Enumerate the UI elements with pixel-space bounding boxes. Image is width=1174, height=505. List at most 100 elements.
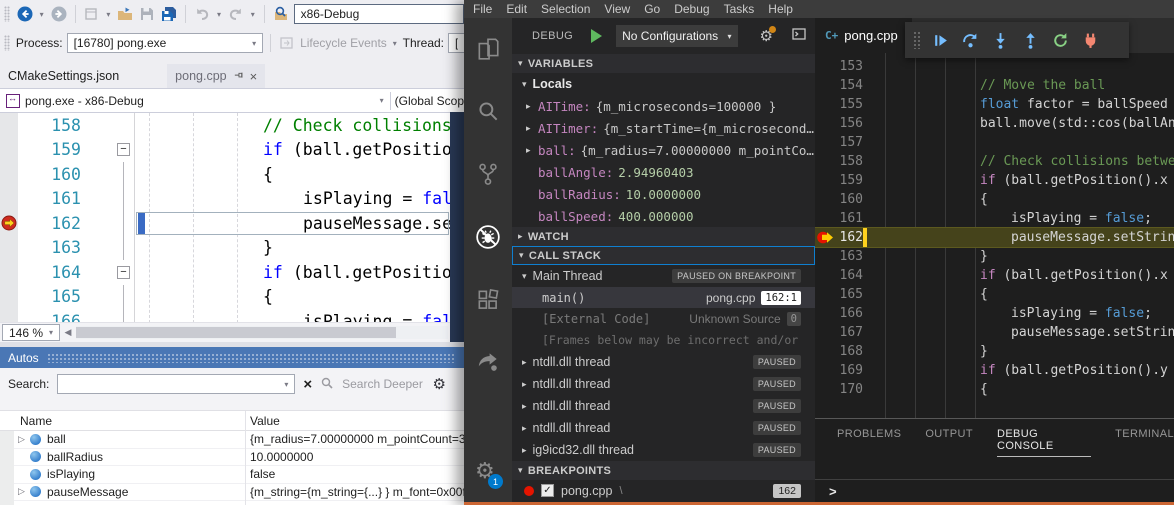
search-input[interactable]: ▾: [57, 374, 295, 394]
panel-tab-output[interactable]: OUTPUT: [925, 428, 973, 457]
column-name[interactable]: Name: [0, 414, 245, 428]
step-over-button[interactable]: [955, 25, 985, 55]
menu-selection[interactable]: Selection: [534, 2, 597, 16]
undo-button[interactable]: [193, 5, 211, 23]
tab-cmakesettings[interactable]: CMakeSettings.json: [0, 64, 127, 88]
fold-collapse-icon[interactable]: −: [117, 143, 130, 156]
step-out-button[interactable]: [1015, 25, 1045, 55]
thread-row[interactable]: ▸ntdll.dll threadPAUSED: [512, 395, 815, 417]
expander-icon[interactable]: ▷: [18, 486, 30, 497]
autos-title-bar[interactable]: Autos: [0, 347, 464, 368]
disconnect-button[interactable]: [1075, 25, 1105, 55]
navigate-back-button[interactable]: [16, 5, 34, 23]
start-debug-button[interactable]: [591, 29, 602, 43]
debug-toolbar-grip[interactable]: [913, 31, 921, 49]
process-combo[interactable]: [16780] pong.exe▾: [67, 33, 264, 53]
find-in-files-icon[interactable]: [272, 5, 290, 23]
autos-row-ball[interactable]: ▷ball{m_radius=7.00000000 m_pointCount=3…: [0, 431, 464, 449]
thread-combo[interactable]: [13: [448, 33, 464, 53]
section-call-stack[interactable]: ▾CALL STACK: [512, 246, 815, 265]
expander-icon[interactable]: ▸: [526, 123, 538, 134]
close-icon[interactable]: ×: [250, 70, 258, 83]
scrollbar-thumb[interactable]: [76, 327, 396, 338]
menu-view[interactable]: View: [597, 2, 637, 16]
debug-console-input[interactable]: >: [815, 479, 1174, 503]
autos-settings-gear-icon[interactable]: ⚙: [433, 375, 446, 393]
section-watch[interactable]: ▸WATCH: [512, 227, 815, 246]
navigate-back-dropdown[interactable]: ▾: [38, 10, 46, 19]
variable-ballRadius[interactable]: ballRadius:10.0000000: [512, 183, 815, 205]
search-icon[interactable]: [475, 98, 501, 124]
navigate-forward-button[interactable]: [50, 5, 68, 23]
save-button[interactable]: [138, 5, 156, 23]
pin-icon[interactable]: [233, 71, 244, 82]
stack-frame[interactable]: main()pong.cpp162:1: [512, 287, 815, 308]
tab-pong-cpp[interactable]: C+ pong.cpp: [815, 18, 912, 53]
expander-icon[interactable]: ▸: [522, 379, 527, 390]
panel-tab-terminal[interactable]: TERMINAL: [1115, 428, 1174, 457]
breakpoint-checkbox[interactable]: ✓: [541, 484, 554, 497]
variable-AITimer[interactable]: ▸AITimer:{m_startTime={m_microsecond…: [512, 117, 815, 139]
lifecycle-events-button[interactable]: Lifecycle Events: [300, 36, 387, 50]
debug-icon[interactable]: [475, 224, 501, 250]
variable-ball[interactable]: ▸ball:{m_radius=7.00000000 m_pointCo…: [512, 139, 815, 161]
menu-file[interactable]: File: [466, 2, 499, 16]
section-breakpoints[interactable]: ▾BREAKPOINTS: [512, 461, 815, 480]
debug-config-combo[interactable]: No Configurations▾: [616, 25, 737, 47]
scroll-left-button[interactable]: ◀: [60, 327, 76, 338]
variable-ballSpeed[interactable]: ballSpeed:400.000000: [512, 205, 815, 227]
menu-edit[interactable]: Edit: [499, 2, 534, 16]
editor-zoom-combo[interactable]: 146 %▾: [2, 324, 60, 341]
current-statement-breakpoint-icon[interactable]: [0, 211, 18, 236]
menu-debug[interactable]: Debug: [667, 2, 716, 16]
extensions-icon[interactable]: [475, 287, 501, 313]
search-deeper-button[interactable]: Search Deeper: [342, 377, 423, 391]
source-control-icon[interactable]: [475, 161, 501, 187]
project-combo-dropdown[interactable]: ▾: [378, 96, 386, 105]
panel-tab-problems[interactable]: PROBLEMS: [837, 428, 901, 457]
solution-config-combo[interactable]: x86-Debug: [294, 4, 464, 24]
panel-tab-debug-console[interactable]: DEBUG CONSOLE: [997, 428, 1091, 457]
step-into-button[interactable]: [985, 25, 1015, 55]
section-variables[interactable]: ▾VARIABLES: [512, 54, 815, 73]
expander-icon[interactable]: ▸: [522, 423, 527, 434]
lifecycle-events-dropdown[interactable]: ▾: [391, 39, 399, 48]
open-debug-console-icon[interactable]: [791, 26, 807, 47]
autos-row-ballRadius[interactable]: ▷ballRadius10.0000000: [0, 449, 464, 467]
thread-row[interactable]: ▸ntdll.dll threadPAUSED: [512, 417, 815, 439]
open-file-button[interactable]: [116, 5, 134, 23]
expander-icon[interactable]: ▸: [522, 357, 527, 368]
scope-combo[interactable]: (Global Scop: [395, 94, 464, 108]
horizontal-scrollbar[interactable]: [76, 326, 448, 339]
menu-help[interactable]: Help: [761, 2, 800, 16]
toolbar-grip[interactable]: [4, 35, 10, 51]
expander-icon[interactable]: ▸: [526, 145, 538, 156]
save-all-button[interactable]: [160, 5, 178, 23]
configure-gear-icon[interactable]: ⚙: [760, 27, 773, 45]
new-project-dropdown[interactable]: ▾: [104, 10, 112, 19]
expander-icon[interactable]: ▸: [522, 445, 527, 456]
fold-collapse-icon[interactable]: −: [117, 266, 130, 279]
column-value[interactable]: Value: [245, 414, 280, 428]
thread-row[interactable]: ▸ntdll.dll threadPAUSED: [512, 373, 815, 395]
vscode-code-editor[interactable]: 153154// Move the ball155float factor = …: [815, 53, 1174, 418]
menu-go[interactable]: Go: [637, 2, 667, 16]
variable-ballAngle[interactable]: ballAngle:2.94960403: [512, 161, 815, 183]
current-statement-breakpoint-icon[interactable]: [815, 228, 833, 247]
explorer-icon[interactable]: [475, 36, 501, 62]
redo-button[interactable]: [227, 5, 245, 23]
autos-row-pauseMessage[interactable]: ▷pauseMessage{m_string={m_string={...} }…: [0, 484, 464, 502]
project-combo[interactable]: pong.exe - x86-Debug: [25, 94, 144, 108]
toolbar-grip[interactable]: [4, 6, 10, 22]
new-project-icon[interactable]: [82, 5, 100, 23]
callstack-main-thread[interactable]: ▾Main Thread PAUSED ON BREAKPOINT: [512, 265, 815, 287]
redo-dropdown[interactable]: ▾: [249, 10, 257, 19]
vs-code-editor[interactable]: 158// Check collisions159−if (ball.getPo…: [0, 112, 450, 322]
menu-tasks[interactable]: Tasks: [717, 2, 762, 16]
expander-icon[interactable]: ▷: [18, 434, 30, 445]
expander-icon[interactable]: ▸: [526, 101, 538, 112]
continue-button[interactable]: [925, 25, 955, 55]
share-feedback-icon[interactable]: [475, 348, 501, 374]
stack-frame[interactable]: [External Code]Unknown Source0: [512, 308, 815, 329]
restart-button[interactable]: [1045, 25, 1075, 55]
